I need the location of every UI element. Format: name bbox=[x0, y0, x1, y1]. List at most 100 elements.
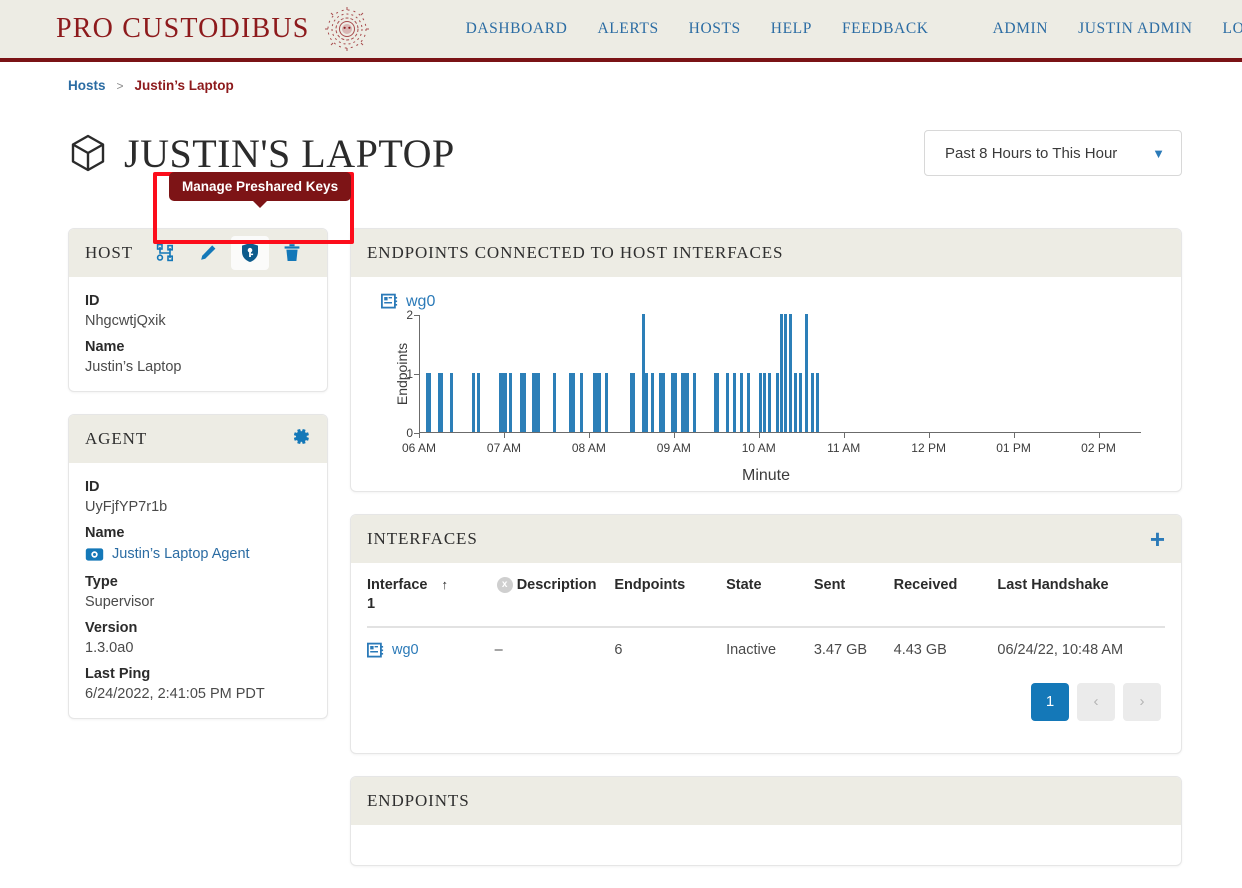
endpoints-chart-header: ENDPOINTS CONNECTED TO HOST INTERFACES bbox=[351, 228, 1181, 277]
chart-x-tick-label: 07 AM bbox=[486, 440, 521, 455]
chart-y-tick-0: 0 bbox=[406, 425, 413, 440]
chart-bar bbox=[798, 372, 802, 432]
chart-x-tick-label: 01 PM bbox=[996, 440, 1031, 455]
chart-bar bbox=[571, 372, 575, 432]
chart-bar bbox=[716, 372, 720, 432]
column-header-interface[interactable]: Interface ↑ 1 bbox=[367, 562, 495, 628]
column-label-last-handshake: Last Handshake bbox=[997, 576, 1109, 593]
pagination-page-1[interactable]: 1 bbox=[1031, 682, 1069, 721]
trash-delete-icon[interactable] bbox=[273, 236, 311, 270]
chart-x-tick-label: 02 PM bbox=[1081, 440, 1116, 455]
interfaces-card-title: INTERFACES bbox=[367, 528, 478, 548]
cell-last-handshake: 06/24/22, 10:48 AM bbox=[997, 641, 1124, 658]
chart-bar bbox=[673, 372, 677, 432]
nav-link-feedback[interactable]: FEEDBACK bbox=[842, 20, 929, 38]
cell-sent: 3.47 GB bbox=[813, 641, 868, 658]
agent-field-label-last-ping: Last Ping bbox=[85, 665, 151, 682]
interfaces-card: INTERFACES + Interface ↑ 1 x Description… bbox=[350, 513, 1182, 754]
network-fork-icon[interactable] bbox=[147, 236, 185, 270]
column-header-sent[interactable]: Sent bbox=[813, 562, 894, 628]
chart-x-tickmark bbox=[673, 432, 675, 438]
pagination-next-button[interactable]: › bbox=[1123, 682, 1161, 721]
nav-link-alerts[interactable]: ALERTS bbox=[597, 20, 658, 38]
chart-bars bbox=[419, 313, 1141, 432]
shield-key-icon[interactable] bbox=[231, 235, 269, 270]
chart-bar bbox=[476, 372, 480, 432]
column-header-received[interactable]: Received bbox=[893, 562, 998, 628]
clear-sort-icon[interactable]: x bbox=[496, 576, 513, 593]
column-label-sent: Sent bbox=[813, 576, 846, 593]
column-header-last-handshake[interactable]: Last Handshake bbox=[997, 562, 1165, 628]
chart-x-tickmark bbox=[1013, 432, 1015, 438]
chart-bar bbox=[605, 372, 609, 432]
chart-x-tickmark bbox=[928, 432, 930, 438]
interfaces-card-header: INTERFACES + bbox=[351, 514, 1181, 563]
chart-bar bbox=[763, 372, 766, 432]
account-nav: ADMIN JUSTIN ADMIN LOG OUT bbox=[993, 20, 1242, 38]
agent-card: AGENT ID UyFjfYP7r1b Name Justin’s Lapto… bbox=[68, 413, 328, 719]
nav-link-dashboard[interactable]: DASHBOARD bbox=[466, 20, 568, 38]
host-card-header: HOST bbox=[69, 228, 327, 277]
nav-link-help[interactable]: HELP bbox=[771, 20, 812, 38]
agent-icon bbox=[85, 547, 104, 561]
pencil-edit-icon[interactable] bbox=[189, 236, 227, 270]
chart-bar bbox=[815, 372, 819, 432]
endpoints-card: ENDPOINTS bbox=[350, 775, 1182, 866]
row-interface-link[interactable]: wg0 bbox=[392, 642, 419, 658]
chart-x-tickmark bbox=[758, 432, 760, 438]
host-card: HOST ID NhgcwtjQxik Name Justin’s Laptop bbox=[68, 227, 328, 392]
chart-x-tickmark bbox=[419, 432, 420, 438]
plus-icon[interactable]: + bbox=[1150, 526, 1165, 552]
chart-bar bbox=[758, 372, 762, 432]
endpoints-card-header: ENDPOINTS bbox=[351, 776, 1181, 825]
chart-bar bbox=[784, 313, 788, 432]
right-column: ENDPOINTS CONNECTED TO HOST INTERFACES w… bbox=[350, 227, 1182, 888]
agent-field-value-type: Supervisor bbox=[85, 593, 155, 610]
agent-field-value-name: Justin’s Laptop Agent bbox=[85, 545, 311, 564]
gear-icon[interactable] bbox=[289, 425, 311, 452]
chart-bar bbox=[775, 372, 779, 432]
sort-order-number: 1 bbox=[367, 595, 376, 612]
tooltip-manage-preshared-keys: Manage Preshared Keys bbox=[169, 172, 352, 201]
chart-x-tick-label: 10 AM bbox=[741, 440, 776, 455]
chart-x-tick-label: 12 PM bbox=[911, 440, 946, 455]
breadcrumb-link-hosts[interactable]: Hosts bbox=[68, 78, 106, 93]
column-header-state[interactable]: State bbox=[726, 562, 814, 628]
interfaces-table: Interface ↑ 1 x Description Endpoints St… bbox=[367, 562, 1165, 673]
chart-x-tick-label: 06 AM bbox=[401, 440, 437, 455]
column-label-state: State bbox=[726, 576, 762, 593]
column-label-description: Description bbox=[516, 576, 597, 593]
chart-x-axis bbox=[419, 431, 1141, 433]
sort-ascending-icon: ↑ bbox=[441, 576, 448, 592]
page-title: JUSTIN'S LAPTOP bbox=[124, 130, 455, 176]
chart-legend: wg0 bbox=[381, 293, 1165, 311]
chart-bar bbox=[632, 372, 636, 432]
chart-bar bbox=[692, 372, 696, 432]
nav-link-user-account[interactable]: JUSTIN ADMIN bbox=[1078, 20, 1192, 38]
column-header-description[interactable]: x Description bbox=[494, 562, 615, 628]
brand-logo[interactable]: PRO CUSTODIBUS bbox=[56, 6, 370, 52]
column-label-endpoints: Endpoints bbox=[614, 576, 686, 593]
pagination: 1 ‹ › bbox=[367, 673, 1165, 737]
pagination-prev-button[interactable]: ‹ bbox=[1077, 682, 1115, 721]
chart-bar bbox=[685, 372, 689, 432]
nav-link-admin[interactable]: ADMIN bbox=[993, 20, 1049, 38]
breadcrumb-current: Justin’s Laptop bbox=[134, 78, 234, 93]
cell-interface: wg0 bbox=[367, 627, 495, 673]
agent-name-link[interactable]: Justin’s Laptop Agent bbox=[112, 546, 250, 562]
agent-card-header: AGENT bbox=[69, 414, 327, 463]
chart-bar bbox=[650, 372, 654, 432]
agent-field-label-name: Name bbox=[85, 524, 125, 541]
host-field-value-name: Justin’s Laptop bbox=[85, 358, 182, 375]
column-header-endpoints[interactable]: Endpoints bbox=[614, 562, 727, 628]
nav-link-logout[interactable]: LOG OUT bbox=[1223, 20, 1242, 38]
agent-field-value-version: 1.3.0a0 bbox=[85, 639, 134, 656]
cube-icon bbox=[71, 135, 105, 172]
interface-card-icon bbox=[381, 293, 398, 309]
cell-state: Inactive bbox=[726, 641, 777, 658]
chart-bar bbox=[768, 372, 772, 432]
nav-link-hosts[interactable]: HOSTS bbox=[689, 20, 741, 38]
breadcrumb-separator: > bbox=[116, 78, 124, 93]
time-range-select[interactable]: Past 8 Hours to This Hour ▼ bbox=[924, 130, 1182, 177]
chart-bar bbox=[740, 372, 744, 432]
